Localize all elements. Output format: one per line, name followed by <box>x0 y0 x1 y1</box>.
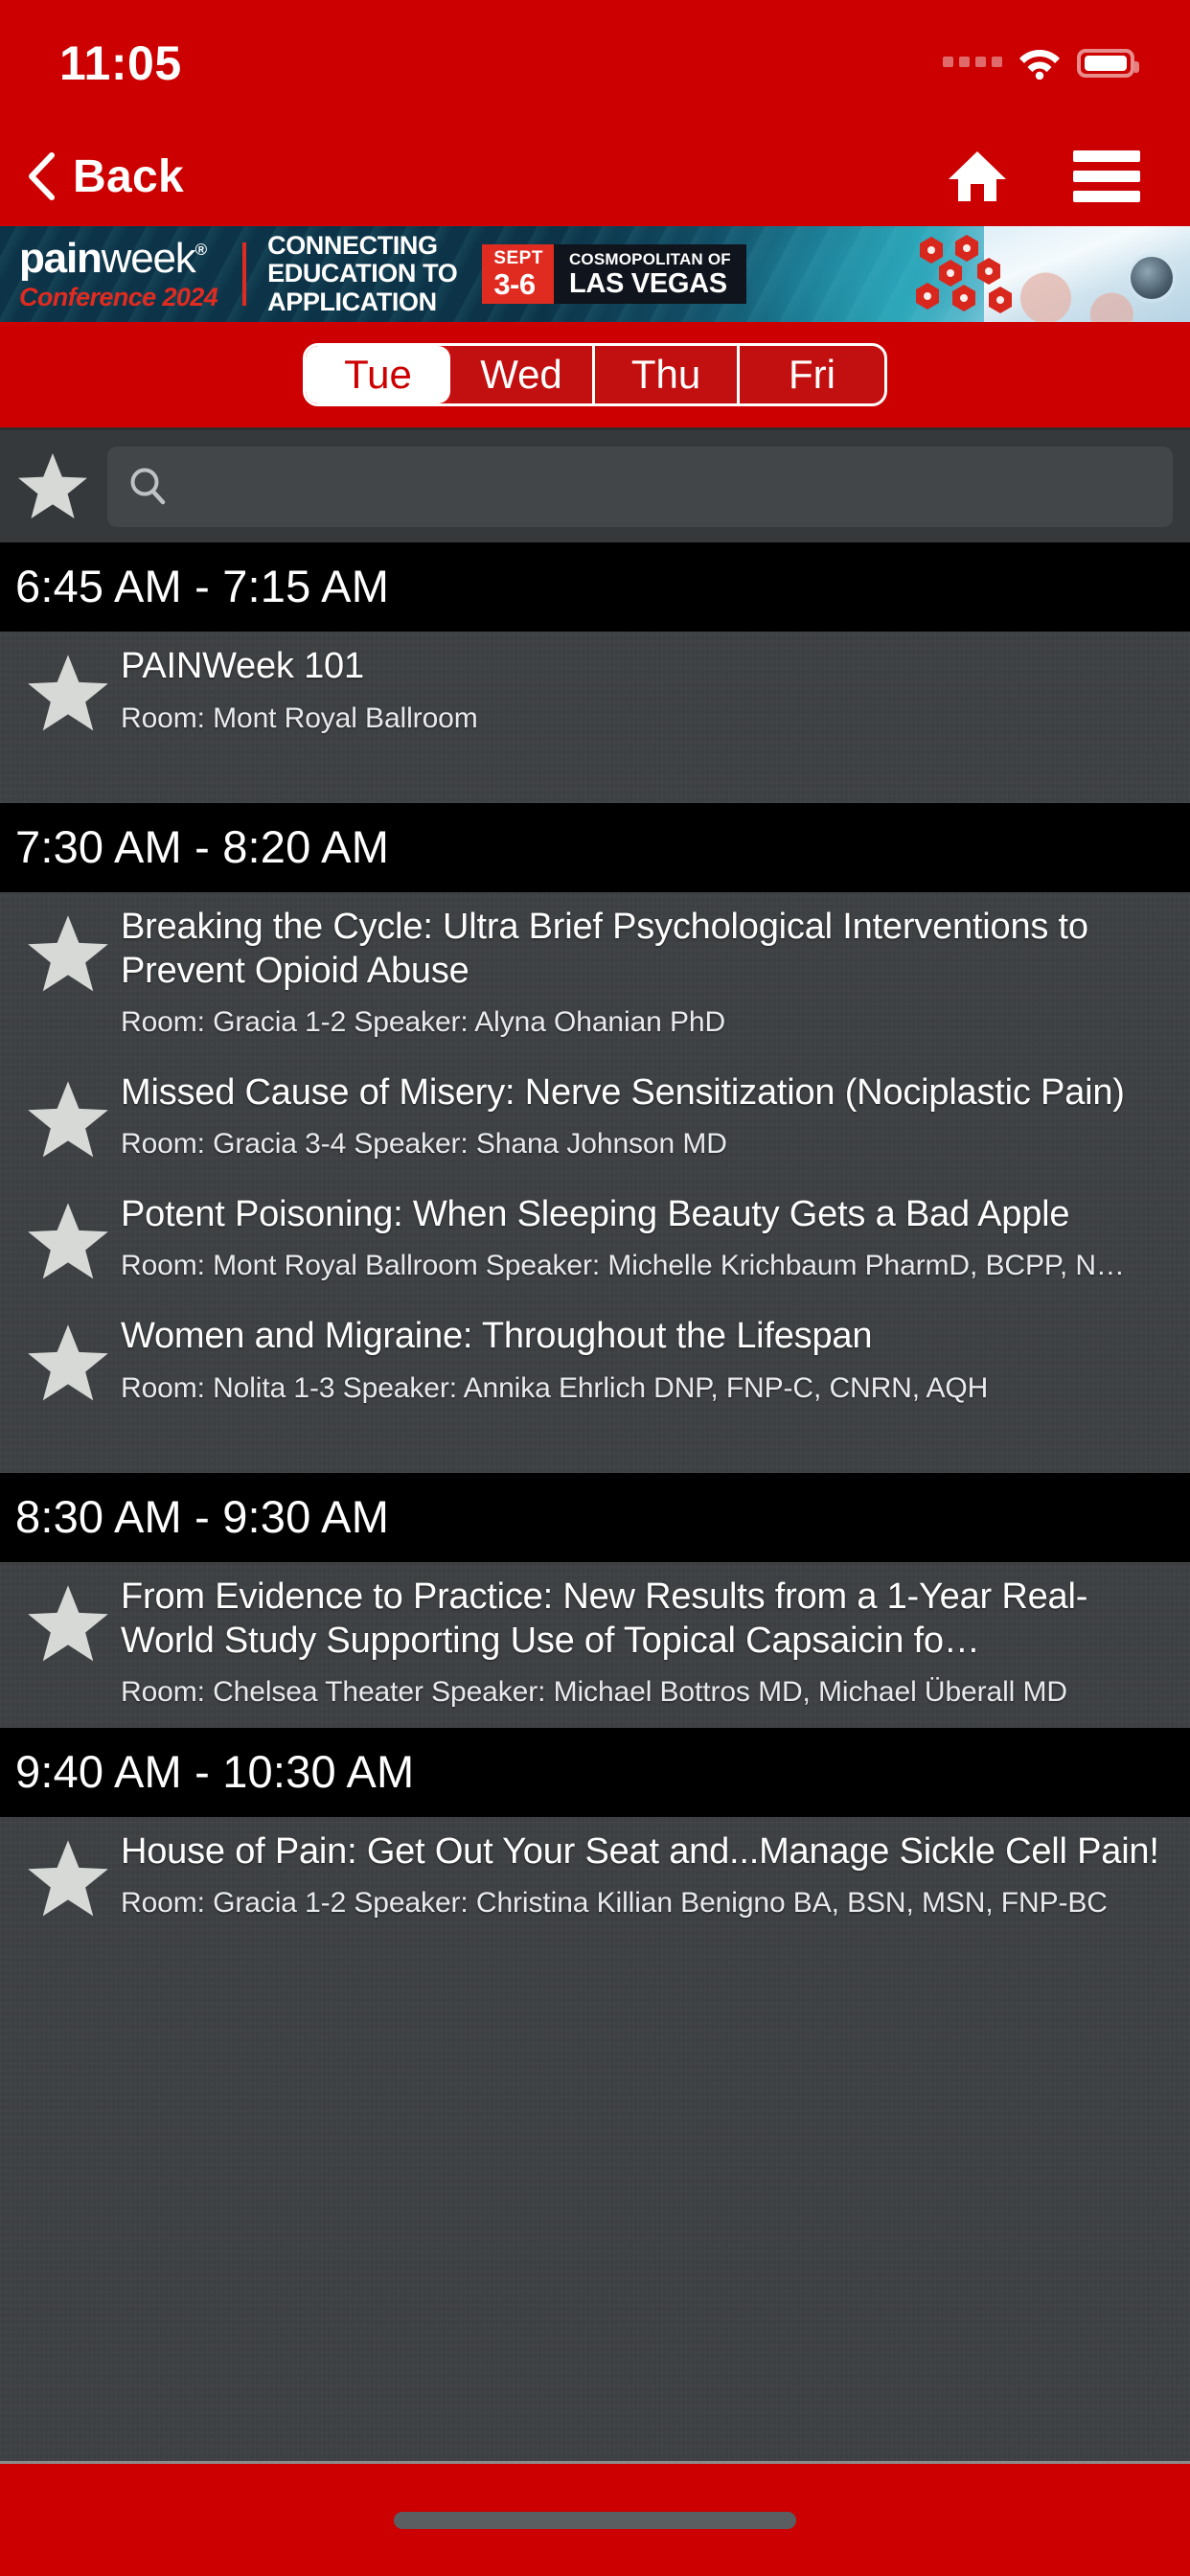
search-toolbar <box>0 427 1190 542</box>
search-input[interactable] <box>182 466 1152 507</box>
session-body: Potent Poisoning: When Sleeping Beauty G… <box>121 1193 1175 1284</box>
session-title: From Evidence to Practice: New Results f… <box>121 1576 1088 1661</box>
hamburger-menu-icon[interactable] <box>1073 150 1140 202</box>
day-tab-bar: Tue Wed Thu Fri <box>0 322 1190 427</box>
back-button-label: Back <box>73 150 184 202</box>
date-month: SEPT <box>493 248 543 268</box>
tagline-line-2: EDUCATION TO <box>267 259 458 288</box>
home-indicator-bar <box>0 2461 1190 2576</box>
painweek-wordmark: painweek® <box>19 238 217 280</box>
session-title: PAINWeek 101 <box>121 646 364 686</box>
day-tab-wed[interactable]: Wed <box>450 346 595 403</box>
session-body: Breaking the Cycle: Ultra Brief Psycholo… <box>121 906 1175 1041</box>
banner-date: SEPT 3-6 <box>482 244 554 304</box>
search-icon <box>130 468 166 504</box>
venue-line-2: LAS VEGAS <box>568 267 727 299</box>
star-icon <box>18 452 87 518</box>
session-body: House of Pain: Get Out Your Seat and...M… <box>121 1830 1175 1921</box>
banner-divider <box>242 242 247 306</box>
session-meta: Room: Mont Royal Ballroom Speaker: Miche… <box>121 1250 1125 1282</box>
session-favorite-button[interactable] <box>15 1830 121 1920</box>
logo-registered-mark: ® <box>195 241 208 259</box>
back-button[interactable]: Back <box>25 150 184 203</box>
banner-date-venue: SEPT 3-6 COSMOPOLITAN OF LAS VEGAS <box>482 244 746 304</box>
session-spacer <box>0 753 1190 803</box>
medical-hexagon-icons <box>916 235 1012 313</box>
session-body: PAINWeek 101 Room: Mont Royal Ballroom <box>121 645 1175 736</box>
star-icon <box>28 1203 108 1279</box>
wifi-icon <box>1019 50 1060 80</box>
session-favorite-button[interactable] <box>15 1071 121 1162</box>
home-icon[interactable] <box>947 150 1008 203</box>
logo-subtitle: Conference 2024 <box>19 283 218 311</box>
banner-venue: COSMOPOLITAN OF LAS VEGAS <box>553 244 746 304</box>
status-bar-time: 11:05 <box>59 36 182 90</box>
conference-banner[interactable]: painweek® Conference 2024 CONNECTING EDU… <box>0 226 1190 322</box>
session-favorite-button[interactable] <box>15 1193 121 1283</box>
day-tab-tue[interactable]: Tue <box>306 346 450 403</box>
star-icon <box>28 1324 108 1401</box>
session-row[interactable]: House of Pain: Get Out Your Seat and...M… <box>0 1817 1190 1939</box>
schedule-list[interactable]: 6:45 AM - 7:15 AM PAINWeek 101 Room: Mon… <box>0 542 1190 2461</box>
day-segmented-control: Tue Wed Thu Fri <box>303 343 887 406</box>
star-icon <box>28 1585 108 1662</box>
date-days: 3-6 <box>493 267 536 301</box>
tagline-line-3: APPLICATION <box>267 287 437 316</box>
session-meta: Room: Gracia 1-2 Speaker: Christina Kill… <box>121 1887 1108 1920</box>
time-header: 7:30 AM - 8:20 AM <box>0 803 1190 893</box>
status-bar-indicators <box>943 47 1139 80</box>
nav-actions <box>947 150 1140 203</box>
session-title: Women and Migraine: Throughout the Lifes… <box>121 1315 873 1356</box>
session-row[interactable]: PAINWeek 101 Room: Mont Royal Ballroom <box>0 632 1190 753</box>
logo-pain: pain <box>19 235 103 282</box>
session-title: Potent Poisoning: When Sleeping Beauty G… <box>121 1193 1070 1234</box>
time-header: 8:30 AM - 9:30 AM <box>0 1473 1190 1563</box>
status-bar: 11:05 <box>0 0 1190 126</box>
session-meta: Room: Gracia 1-2 Speaker: Alyna Ohanian … <box>121 1006 726 1039</box>
session-title: Missed Cause of Misery: Nerve Sensitizat… <box>121 1071 1125 1113</box>
session-spacer <box>0 1423 1190 1473</box>
chevron-left-icon <box>29 152 55 200</box>
tagline-line-1: CONNECTING <box>267 231 438 261</box>
home-indicator-pill[interactable] <box>394 2511 796 2529</box>
time-header: 6:45 AM - 7:15 AM <box>0 542 1190 632</box>
navigation-bar: Back <box>0 126 1190 226</box>
session-meta: Room: Nolita 1-3 Speaker: Annika Ehrlich… <box>121 1371 989 1404</box>
banner-tagline: CONNECTING EDUCATION TO APPLICATION <box>267 231 458 316</box>
star-icon <box>28 915 108 992</box>
session-favorite-button[interactable] <box>15 906 121 996</box>
venue-line-1: COSMOPOLITAN OF <box>568 249 731 268</box>
session-meta: Room: Chelsea Theater Speaker: Michael B… <box>121 1676 1067 1709</box>
star-icon <box>28 1081 108 1158</box>
session-row[interactable]: Missed Cause of Misery: Nerve Sensitizat… <box>0 1058 1190 1180</box>
session-meta: Room: Mont Royal Ballroom <box>121 702 478 734</box>
day-tab-thu[interactable]: Thu <box>595 346 740 403</box>
session-body: Missed Cause of Misery: Nerve Sensitizat… <box>121 1071 1175 1162</box>
favorites-filter-button[interactable] <box>11 451 94 522</box>
app-root: 11:05 Back painweek® Conference 2024 CON… <box>0 0 1190 2576</box>
signal-dots-icon <box>943 57 1002 70</box>
search-field[interactable] <box>107 446 1173 527</box>
time-header: 9:40 AM - 10:30 AM <box>0 1727 1190 1817</box>
session-row[interactable]: Potent Poisoning: When Sleeping Beauty G… <box>0 1180 1190 1301</box>
painweek-logo: painweek® Conference 2024 <box>19 238 218 311</box>
star-icon <box>28 1840 108 1917</box>
day-tab-fri[interactable]: Fri <box>740 346 884 403</box>
logo-week: week <box>101 235 196 282</box>
session-title: Breaking the Cycle: Ultra Brief Psycholo… <box>121 907 1088 991</box>
session-row[interactable]: Breaking the Cycle: Ultra Brief Psycholo… <box>0 892 1190 1058</box>
star-icon <box>28 655 108 731</box>
session-favorite-button[interactable] <box>15 1576 121 1666</box>
session-row[interactable]: From Evidence to Practice: New Results f… <box>0 1562 1190 1728</box>
session-title: House of Pain: Get Out Your Seat and...M… <box>121 1830 1159 1872</box>
session-meta: Room: Gracia 3-4 Speaker: Shana Johnson … <box>121 1128 727 1161</box>
session-favorite-button[interactable] <box>15 645 121 735</box>
session-favorite-button[interactable] <box>15 1315 121 1405</box>
session-body: Women and Migraine: Throughout the Lifes… <box>121 1315 1175 1406</box>
session-row[interactable]: Women and Migraine: Throughout the Lifes… <box>0 1301 1190 1423</box>
session-body: From Evidence to Practice: New Results f… <box>121 1576 1175 1711</box>
battery-icon <box>1077 49 1139 78</box>
